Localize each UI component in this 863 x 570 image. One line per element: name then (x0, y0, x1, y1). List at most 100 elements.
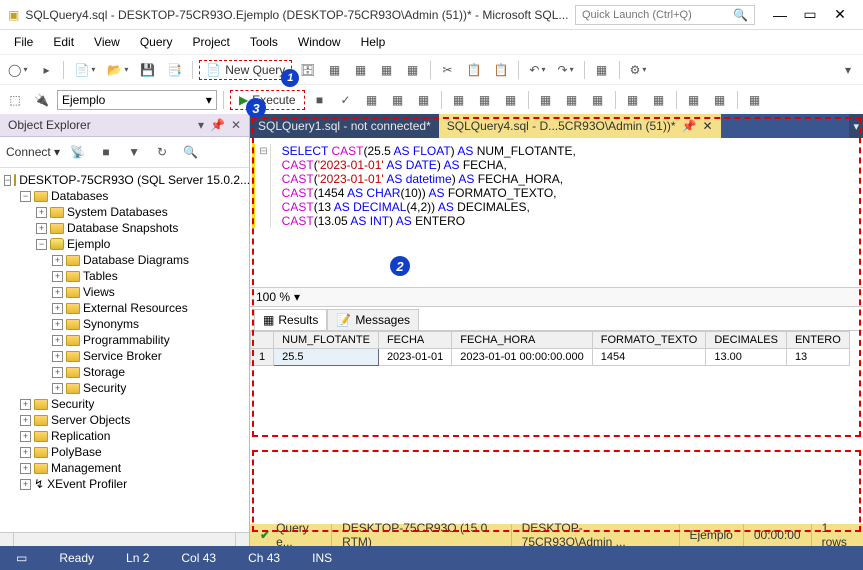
results-text-button[interactable]: ▦ (535, 89, 557, 111)
uncomment-button[interactable]: ▦ (648, 89, 670, 111)
include-plan-button[interactable]: ▦ (448, 89, 470, 111)
menu-edit[interactable]: Edit (45, 33, 82, 51)
col-header[interactable]: ENTERO (786, 332, 849, 349)
expand-icon[interactable]: + (52, 255, 63, 266)
results-tab[interactable]: ▦ Results (254, 309, 327, 330)
tree-snap[interactable]: Database Snapshots (67, 221, 178, 235)
tree-sec[interactable]: Security (83, 381, 126, 395)
dropdown-icon[interactable]: ▾ (198, 118, 204, 132)
grid-cell[interactable]: 13 (786, 349, 849, 366)
tree-mgmt[interactable]: Management (51, 461, 121, 475)
expand-icon[interactable]: + (52, 287, 63, 298)
quick-launch-input[interactable] (582, 9, 729, 21)
tree-storage[interactable]: Storage (83, 365, 125, 379)
xquery-button[interactable]: ▦ (402, 59, 424, 81)
tree-syn[interactable]: Synonyms (83, 317, 139, 331)
mdx-button[interactable]: ▦ (324, 59, 346, 81)
grid-cell[interactable]: 1454 (592, 349, 706, 366)
tab-sqlquery4[interactable]: SQLQuery4.sql - D...5CR93O\Admin (51))* … (439, 114, 721, 138)
tree-xevent[interactable]: XEvent Profiler (47, 477, 127, 491)
indent-button[interactable]: ▦ (683, 89, 705, 111)
menu-help[interactable]: Help (353, 33, 394, 51)
expand-icon[interactable]: + (20, 479, 31, 490)
expand-icon[interactable]: + (52, 319, 63, 330)
dmx-button[interactable]: ▦ (350, 59, 372, 81)
expand-icon[interactable]: − (20, 191, 31, 202)
chevron-down-icon[interactable]: ▾ (294, 290, 300, 304)
outdent-button[interactable]: ▦ (709, 89, 731, 111)
zoom-value[interactable]: 100 % (256, 290, 290, 304)
stop-button[interactable]: ■ (309, 89, 331, 111)
tree-diagrams[interactable]: Database Diagrams (83, 253, 189, 267)
overflow-button[interactable]: ▾ (837, 59, 859, 81)
col-header[interactable]: FORMATO_TEXTO (592, 332, 706, 349)
menu-view[interactable]: View (86, 33, 128, 51)
tab-sqlquery1[interactable]: SQLQuery1.sql - not connected* (250, 114, 439, 138)
tree-poly[interactable]: PolyBase (51, 445, 102, 459)
col-header[interactable]: FECHA_HORA (452, 332, 593, 349)
expand-icon[interactable]: + (52, 351, 63, 362)
save-button[interactable]: 💾 (136, 59, 159, 81)
refresh-icon[interactable]: ↻ (151, 141, 173, 163)
disconnect-icon[interactable]: 📡 (66, 141, 89, 163)
db-engine-query-button[interactable]: 🗄 (296, 59, 319, 81)
display-plan-button[interactable]: ▦ (361, 89, 383, 111)
expand-icon[interactable]: + (52, 335, 63, 346)
intellisense-button[interactable]: ▦ (413, 89, 435, 111)
stop-icon[interactable]: ■ (95, 141, 117, 163)
col-header[interactable]: NUM_FLOTANTE (274, 332, 379, 349)
tree-serverobj[interactable]: Server Objects (51, 413, 130, 427)
grid-cell[interactable]: 2023-01-01 (378, 349, 451, 366)
search-oe-icon[interactable]: 🔍 (179, 141, 202, 163)
col-header[interactable]: DECIMALES (706, 332, 787, 349)
results-file-button[interactable]: ▦ (587, 89, 609, 111)
expand-icon[interactable]: + (52, 367, 63, 378)
tree-security[interactable]: Security (51, 397, 94, 411)
sql-editor[interactable]: ⊟ SELECT CAST(25.5 AS FLOAT) AS NUM_FLOT… (250, 138, 863, 287)
undo-button[interactable]: ↶ (525, 59, 549, 81)
execute-button[interactable]: ▶ Execute (230, 90, 305, 110)
parse-button[interactable]: ✓ (335, 89, 357, 111)
menu-tools[interactable]: Tools (242, 33, 286, 51)
menu-project[interactable]: Project (185, 33, 238, 51)
expand-icon[interactable]: + (52, 303, 63, 314)
close-button[interactable]: ✕ (825, 1, 855, 29)
cut-button[interactable]: ✂ (437, 59, 459, 81)
xmla-button[interactable]: ▦ (376, 59, 398, 81)
nav-back-button[interactable]: ◯ (4, 59, 31, 81)
tree-ejemplo[interactable]: Ejemplo (67, 237, 110, 251)
use-db-button[interactable]: ⬚ (4, 89, 26, 111)
pin-icon[interactable]: 📌 (210, 118, 225, 132)
redo-button[interactable]: ↷ (554, 59, 578, 81)
database-combo[interactable]: Ejemplo ▾ (57, 90, 217, 110)
expand-icon[interactable]: − (36, 239, 47, 250)
tree-databases[interactable]: Databases (51, 189, 108, 203)
expand-icon[interactable]: + (20, 399, 31, 410)
open-button[interactable]: 📂 (103, 59, 132, 81)
copy-button[interactable]: 📋 (463, 59, 486, 81)
expand-icon[interactable]: + (52, 271, 63, 282)
table-row[interactable]: 1 25.5 2023-01-01 2023-01-01 00:00:00.00… (251, 349, 850, 366)
tree-views[interactable]: Views (83, 285, 115, 299)
filter-icon[interactable]: ▼ (123, 141, 145, 163)
change-conn-button[interactable]: 🔌 (30, 89, 53, 111)
expand-icon[interactable]: − (4, 175, 11, 186)
quick-launch[interactable]: 🔍 (575, 5, 755, 25)
tree-extres[interactable]: External Resources (83, 301, 188, 315)
paste-button[interactable]: 📋 (489, 59, 512, 81)
new-query-button[interactable]: 📄 New Query 1 (199, 60, 292, 80)
connect-button[interactable]: Connect ▾ (6, 145, 60, 159)
expand-icon[interactable]: + (36, 207, 47, 218)
grid-cell[interactable]: 2023-01-01 00:00:00.000 (452, 349, 593, 366)
expand-icon[interactable]: + (52, 383, 63, 394)
save-all-button[interactable]: 📑 (163, 59, 186, 81)
menu-query[interactable]: Query (132, 33, 181, 51)
specify-values-button[interactable]: ▦ (744, 89, 766, 111)
solution-button[interactable]: ▦ (591, 59, 613, 81)
query-options-button[interactable]: ▦ (387, 89, 409, 111)
tree-prog[interactable]: Programmability (83, 333, 170, 347)
results-grid-button[interactable]: ▦ (561, 89, 583, 111)
minimize-button[interactable]: — (765, 1, 795, 29)
grid-cell[interactable]: 13.00 (706, 349, 787, 366)
menu-window[interactable]: Window (290, 33, 349, 51)
